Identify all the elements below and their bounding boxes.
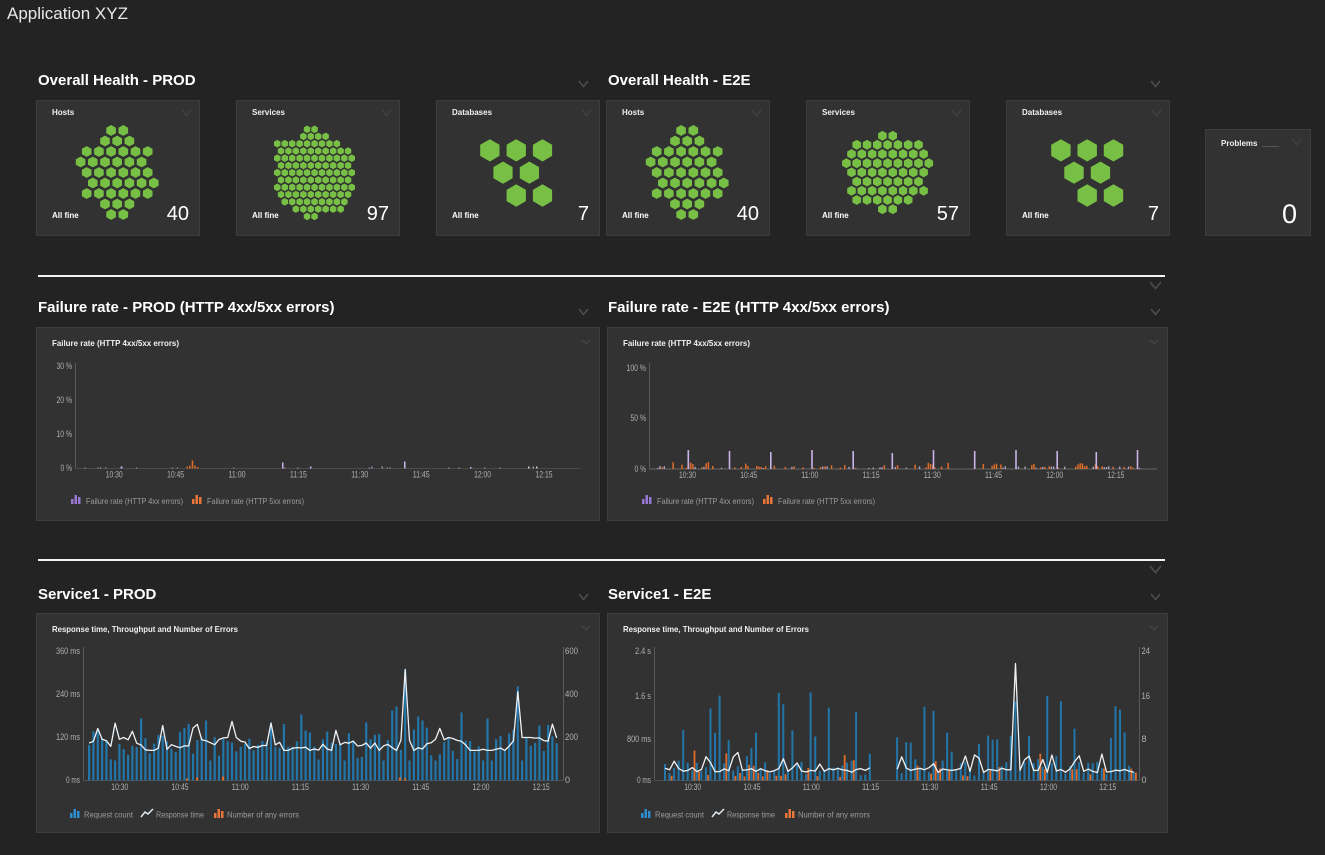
svg-text:11:30: 11:30 — [352, 782, 369, 792]
svg-text:0 ms: 0 ms — [66, 775, 80, 785]
svg-text:11:30: 11:30 — [924, 470, 941, 480]
svg-text:Failure rate (HTTP 4xx/5xx err: Failure rate (HTTP 4xx/5xx errors) — [623, 338, 750, 348]
svg-text:200: 200 — [565, 732, 578, 742]
svg-text:120 ms: 120 ms — [56, 732, 80, 742]
svg-text:400: 400 — [565, 689, 578, 699]
svg-text:30 %: 30 % — [57, 361, 73, 371]
svg-text:11:00: 11:00 — [232, 782, 249, 792]
svg-text:50 %: 50 % — [631, 413, 647, 423]
svg-text:Request count: Request count — [84, 810, 134, 820]
svg-text:Number of any errors: Number of any errors — [227, 810, 299, 820]
svg-text:11:15: 11:15 — [292, 782, 309, 792]
svg-text:11:15: 11:15 — [862, 782, 879, 792]
svg-text:Response time: Response time — [727, 810, 775, 820]
svg-text:12:15: 12:15 — [1099, 782, 1116, 792]
svg-text:0 %: 0 % — [61, 463, 73, 473]
svg-text:Number of any errors: Number of any errors — [798, 810, 870, 820]
svg-text:360 ms: 360 ms — [56, 646, 80, 656]
svg-text:0: 0 — [1142, 775, 1147, 785]
svg-text:0 %: 0 % — [635, 464, 647, 474]
svg-text:0 ms: 0 ms — [637, 775, 651, 785]
svg-text:11:15: 11:15 — [863, 470, 880, 480]
svg-text:10:45: 10:45 — [167, 470, 184, 480]
svg-text:12:15: 12:15 — [533, 782, 550, 792]
svg-text:12:00: 12:00 — [1046, 470, 1063, 480]
svg-text:24: 24 — [1142, 646, 1151, 656]
svg-text:16: 16 — [1142, 691, 1151, 701]
svg-text:600: 600 — [565, 646, 578, 656]
svg-text:12:15: 12:15 — [536, 470, 553, 480]
svg-text:10:45: 10:45 — [172, 782, 189, 792]
svg-text:Failure rate (HTTP 4xx errors): Failure rate (HTTP 4xx errors) — [657, 496, 754, 506]
svg-text:Failure rate (HTTP 4xx/5xx err: Failure rate (HTTP 4xx/5xx errors) — [52, 338, 179, 348]
svg-text:Response time: Response time — [156, 810, 204, 820]
svg-text:Failure rate (HTTP 4xx errors): Failure rate (HTTP 4xx errors) — [86, 496, 183, 506]
svg-text:11:00: 11:00 — [229, 470, 246, 480]
svg-text:11:45: 11:45 — [981, 782, 998, 792]
svg-text:100 %: 100 % — [627, 363, 647, 373]
svg-text:2.4 s: 2.4 s — [635, 646, 651, 656]
svg-text:10:30: 10:30 — [679, 470, 696, 480]
svg-text:11:15: 11:15 — [290, 470, 307, 480]
svg-text:20 %: 20 % — [57, 395, 73, 405]
svg-text:10:30: 10:30 — [106, 470, 123, 480]
svg-text:10:30: 10:30 — [111, 782, 128, 792]
svg-text:1.6 s: 1.6 s — [635, 691, 651, 701]
svg-text:0: 0 — [565, 775, 570, 785]
svg-text:10:45: 10:45 — [740, 470, 757, 480]
svg-text:8: 8 — [1142, 734, 1147, 744]
svg-text:12:00: 12:00 — [474, 470, 491, 480]
svg-text:11:45: 11:45 — [985, 470, 1002, 480]
svg-text:12:00: 12:00 — [473, 782, 490, 792]
svg-text:Failure rate (HTTP 5xx errors): Failure rate (HTTP 5xx errors) — [207, 496, 304, 506]
svg-text:240 ms: 240 ms — [56, 689, 80, 699]
svg-text:Request count: Request count — [655, 810, 705, 820]
svg-text:Response time, Throughput and: Response time, Throughput and Number of … — [52, 624, 238, 634]
svg-text:10 %: 10 % — [57, 429, 73, 439]
svg-text:11:45: 11:45 — [413, 470, 430, 480]
svg-text:11:30: 11:30 — [921, 782, 938, 792]
svg-text:10:45: 10:45 — [744, 782, 761, 792]
svg-text:12:00: 12:00 — [1040, 782, 1057, 792]
svg-text:10:30: 10:30 — [684, 782, 701, 792]
svg-text:11:30: 11:30 — [351, 470, 368, 480]
svg-text:12:15: 12:15 — [1107, 470, 1124, 480]
svg-text:Failure rate (HTTP 5xx errors): Failure rate (HTTP 5xx errors) — [778, 496, 875, 506]
svg-text:11:00: 11:00 — [801, 470, 818, 480]
svg-text:Response time, Throughput and: Response time, Throughput and Number of … — [623, 624, 809, 634]
svg-text:800 ms: 800 ms — [627, 734, 651, 744]
svg-text:11:45: 11:45 — [412, 782, 429, 792]
svg-text:11:00: 11:00 — [803, 782, 820, 792]
